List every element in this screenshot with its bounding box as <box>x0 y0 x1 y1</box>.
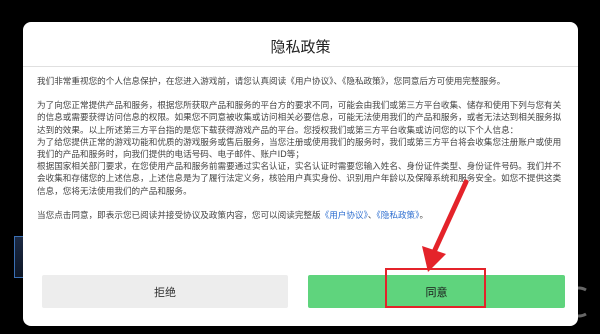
refuse-button[interactable]: 拒绝 <box>42 275 288 308</box>
user-agreement-link[interactable]: 《用户协议》 <box>321 211 368 221</box>
title-divider <box>23 66 578 67</box>
game-screen: 隐私政策 我们非常重视您的个人信息保护，在您进入游戏前，请您认真阅读《用户协议》… <box>0 0 600 334</box>
dialog-content: 我们非常重视您的个人信息保护，在您进入游戏前，请您认真阅读《用户协议》、《隐私政… <box>37 76 565 234</box>
body-paragraph-1: 为了向您正常提供产品和服务，根据您所获取产品和服务的平台方的要求不同，可能会由我… <box>37 101 562 136</box>
privacy-policy-link[interactable]: 《隐私政策》 <box>376 211 419 221</box>
consent-paragraph: 当您点击同意，即表示您已阅读并接受协议及政策内容，您可以阅读完整版《用户协议》、… <box>37 210 565 222</box>
consent-suffix: 。 <box>419 210 429 221</box>
dialog-title: 隐私政策 <box>270 38 331 56</box>
privacy-policy-dialog: 隐私政策 我们非常重视您的个人信息保护，在您进入游戏前，请您认真阅读《用户协议》… <box>23 22 578 326</box>
agree-button[interactable]: 同意 <box>308 275 565 308</box>
body-paragraph-3: 根据国家相关部门要求，在您使用产品和服务前需要通过实名认证，实名认证时需要您输入… <box>37 162 562 197</box>
consent-prefix: 当您点击同意，即表示您已阅读并接受协议及政策内容，您可以阅读完整版 <box>37 210 321 221</box>
intro-paragraph: 我们非常重视您的个人信息保护，在您进入游戏前，请您认真阅读《用户协议》、《隐私政… <box>37 77 506 87</box>
body-paragraph-2: 为了给您提供正常的游戏功能和优质的游戏服务或售后服务，当您注册或使用我们的服务时… <box>37 137 562 161</box>
